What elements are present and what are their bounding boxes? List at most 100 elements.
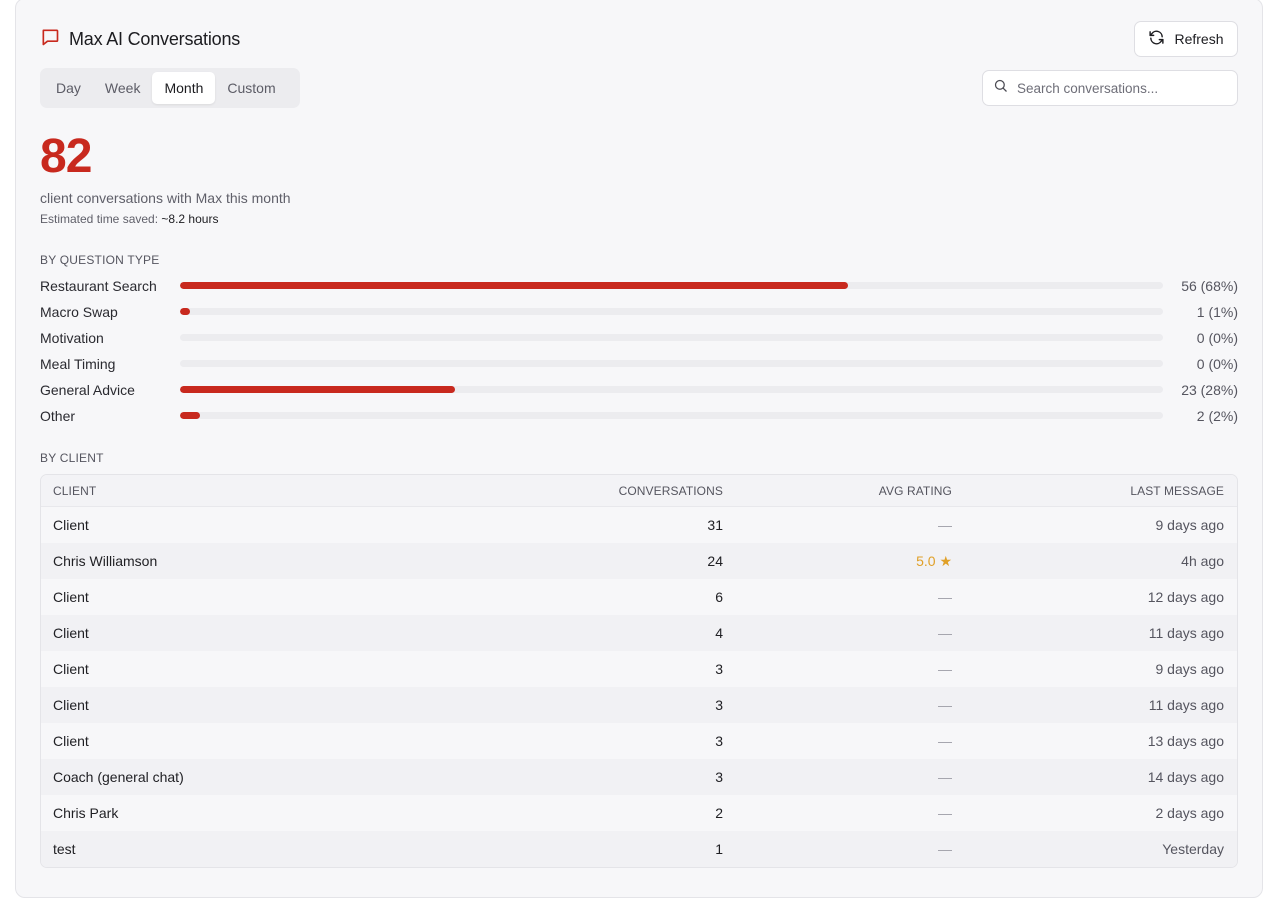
header: Max AI Conversations Refresh xyxy=(40,21,1238,57)
question-type-label: Motivation xyxy=(40,330,104,346)
table-row[interactable]: Client 31 — 9 days ago xyxy=(41,507,1237,543)
table-row[interactable]: Client 3 — 11 days ago xyxy=(41,687,1237,723)
column-header-client[interactable]: CLIENT xyxy=(53,475,96,507)
client-heading: BY CLIENT xyxy=(40,451,104,465)
question-type-value: 1 (1%) xyxy=(1196,304,1238,320)
table-row[interactable]: Coach (general chat) 3 — 14 days ago xyxy=(41,759,1237,795)
question-type-bar-track xyxy=(180,386,1163,393)
question-type-bar-track xyxy=(180,334,1163,341)
question-type-row: Other 2 (2%) xyxy=(40,403,1238,429)
cell-client: Client xyxy=(53,661,89,677)
question-type-value: 2 (2%) xyxy=(1196,408,1238,424)
cell-last-message: 12 days ago xyxy=(1147,589,1224,605)
cell-last-message: 9 days ago xyxy=(1155,517,1225,533)
question-type-bar-fill xyxy=(180,308,190,315)
refresh-button[interactable]: Refresh xyxy=(1134,21,1238,57)
question-type-bar-track xyxy=(180,412,1163,419)
question-type-row: General Advice 23 (28%) xyxy=(40,377,1238,403)
cell-conversations: 3 xyxy=(715,733,723,749)
table-row[interactable]: Chris Park 2 — 2 days ago xyxy=(41,795,1237,831)
cell-client: test xyxy=(53,841,76,857)
cell-client: Client xyxy=(53,625,89,641)
cell-conversations: 6 xyxy=(715,589,723,605)
cell-client: Coach (general chat) xyxy=(53,769,184,785)
table-row[interactable]: Chris Williamson 24 5.0 ★ 4h ago xyxy=(41,543,1237,579)
question-type-label: Meal Timing xyxy=(40,356,116,372)
title-group: Max AI Conversations xyxy=(40,27,240,52)
cell-last-message: 2 days ago xyxy=(1155,805,1225,821)
search-input[interactable] xyxy=(1017,80,1217,96)
chat-bubble-icon xyxy=(40,27,60,52)
question-type-row: Meal Timing 0 (0%) xyxy=(40,351,1238,377)
cell-conversations: 2 xyxy=(715,805,723,821)
column-header-conversations[interactable]: CONVERSATIONS xyxy=(619,475,723,507)
cell-avg-rating: — xyxy=(938,769,952,785)
cell-last-message: 14 days ago xyxy=(1147,769,1224,785)
cell-avg-rating: — xyxy=(938,733,952,749)
cell-conversations: 3 xyxy=(715,769,723,785)
table-row[interactable]: Client 3 — 13 days ago xyxy=(41,723,1237,759)
cell-avg-rating: — xyxy=(938,697,952,713)
tab-month[interactable]: Month xyxy=(152,72,216,104)
cell-last-message: 9 days ago xyxy=(1155,661,1225,677)
cell-avg-rating: — xyxy=(938,517,952,533)
cell-client: Client xyxy=(53,589,89,605)
cell-avg-rating: 5.0 ★ xyxy=(916,553,952,569)
cell-conversations: 24 xyxy=(707,553,723,569)
tab-day[interactable]: Day xyxy=(44,72,93,104)
question-type-bar-fill xyxy=(180,282,849,289)
cell-conversations: 3 xyxy=(715,661,723,677)
table-row[interactable]: Client 4 — 11 days ago xyxy=(41,615,1237,651)
question-type-bar-fill xyxy=(180,386,456,393)
client-table: CLIENT CONVERSATIONS AVG RATING LAST MES… xyxy=(40,474,1238,868)
refresh-icon xyxy=(1148,29,1165,49)
cell-avg-rating: — xyxy=(938,589,952,605)
cell-avg-rating: — xyxy=(938,625,952,641)
cell-client: Client xyxy=(53,517,89,533)
period-tabs: Day Week Month Custom xyxy=(40,68,300,108)
column-header-avg-rating[interactable]: AVG RATING xyxy=(879,475,952,507)
cell-last-message: 11 days ago xyxy=(1148,625,1224,641)
time-saved-value: ~8.2 hours xyxy=(161,212,219,226)
table-row[interactable]: Client 3 — 9 days ago xyxy=(41,651,1237,687)
cell-conversations: 4 xyxy=(715,625,723,641)
question-type-bar-track xyxy=(180,282,1163,289)
cell-client: Client xyxy=(53,697,89,713)
question-type-bar-track xyxy=(180,308,1163,315)
table-row[interactable]: test 1 — Yesterday xyxy=(41,831,1237,867)
conversations-card: Max AI Conversations Refresh Day Week Mo… xyxy=(15,0,1263,898)
table-header: CLIENT CONVERSATIONS AVG RATING LAST MES… xyxy=(41,475,1237,507)
cell-client: Chris Park xyxy=(53,805,119,821)
search-icon xyxy=(993,78,1008,98)
cell-client: Chris Williamson xyxy=(53,553,158,569)
cell-avg-rating: — xyxy=(938,661,952,677)
question-type-value: 0 (0%) xyxy=(1196,356,1238,372)
question-type-label: Other xyxy=(40,408,76,424)
cell-conversations: 31 xyxy=(707,517,723,533)
question-type-label: Macro Swap xyxy=(40,304,118,320)
question-type-heading: BY QUESTION TYPE xyxy=(40,253,160,267)
conversation-count: 82 xyxy=(40,130,92,183)
question-type-value: 0 (0%) xyxy=(1196,330,1238,346)
time-saved: Estimated time saved: ~8.2 hours xyxy=(40,212,218,226)
cell-conversations: 3 xyxy=(715,697,723,713)
tab-custom[interactable]: Custom xyxy=(215,72,287,104)
question-type-label: Restaurant Search xyxy=(40,278,157,294)
question-type-value: 56 (68%) xyxy=(1181,278,1238,294)
question-type-label: General Advice xyxy=(40,382,135,398)
cell-conversations: 1 xyxy=(715,841,723,857)
question-type-row: Restaurant Search 56 (68%) xyxy=(40,273,1238,299)
cell-avg-rating: — xyxy=(938,841,952,857)
cell-last-message: 11 days ago xyxy=(1148,697,1224,713)
table-row[interactable]: Client 6 — 12 days ago xyxy=(41,579,1237,615)
table-body: Client 31—9 days ago Chris Williamson 24 5.0… xyxy=(41,507,1237,867)
column-header-last-message[interactable]: LAST MESSAGE xyxy=(1130,475,1224,507)
cell-last-message: 4h ago xyxy=(1181,553,1224,569)
cell-client: Client xyxy=(53,733,89,749)
cell-avg-rating: — xyxy=(938,805,952,821)
tab-week[interactable]: Week xyxy=(93,72,153,104)
page-title: Max AI Conversations xyxy=(69,29,241,49)
cell-last-message: Yesterday xyxy=(1162,841,1224,857)
refresh-label: Refresh xyxy=(1174,31,1224,47)
time-saved-label: Estimated time saved: xyxy=(40,212,159,226)
